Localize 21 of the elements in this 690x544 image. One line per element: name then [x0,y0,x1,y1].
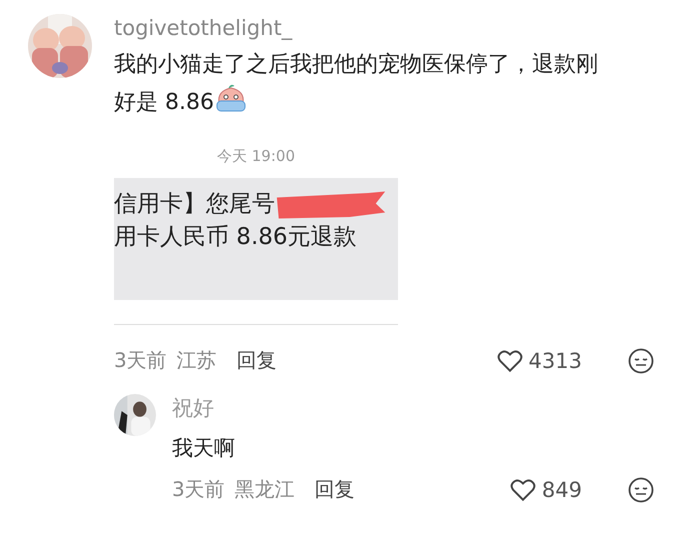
crying-emoji-icon [214,83,248,113]
message-timestamp: 今天 19:00 [216,147,296,166]
dislike-face-icon[interactable] [628,476,654,502]
like-icon[interactable] [510,478,536,502]
dislike-face-icon[interactable] [628,348,654,374]
reply-location: 黑龙江 [234,476,295,503]
username: 祝好 [172,395,215,422]
message-text: 用卡人民币 8.86元退款 [114,223,357,252]
comment-time: 3天前 [114,347,167,374]
like-count: 4313 [528,348,582,372]
comment-text: 我的小猫走了之后我把他的宠物医保停了，退款刚 [114,52,598,77]
message-text: 信用卡】您尾号 [114,190,275,219]
reply-text: 我天啊 [172,435,236,462]
reply-link[interactable]: 回复 [236,347,277,374]
comment-text: 好是 8.86 [114,90,214,115]
like-icon[interactable] [496,348,523,372]
reply-link[interactable]: 回复 [314,476,355,503]
reply-time: 3天前 [172,476,225,503]
comment-location: 江苏 [176,347,217,374]
like-count: 849 [542,478,582,502]
username: togivetothelight_ [114,16,294,40]
